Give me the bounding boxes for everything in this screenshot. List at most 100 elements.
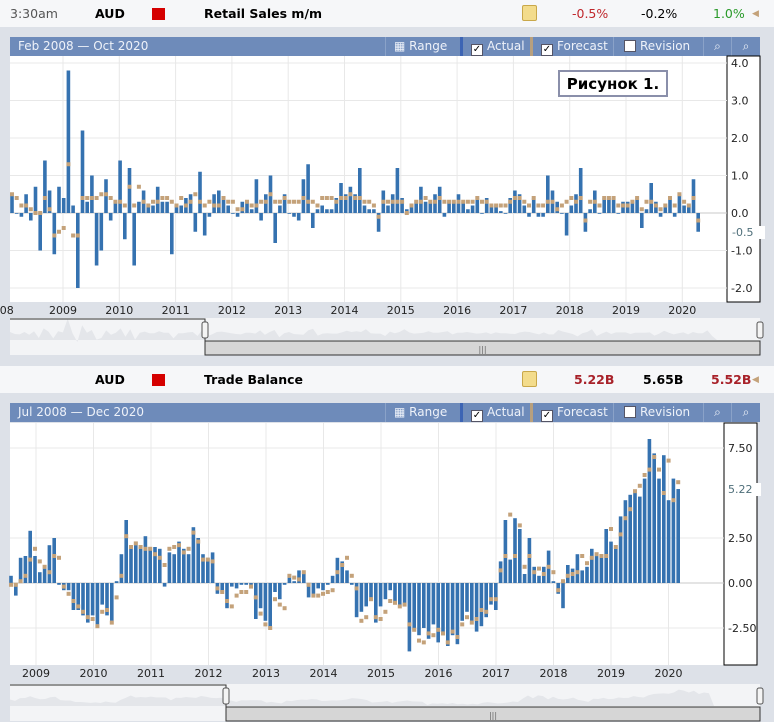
actual-bar: [350, 583, 354, 585]
forecast-marker: [311, 593, 316, 598]
forecast-marker: [407, 622, 412, 627]
actual-bar: [177, 541, 181, 583]
actual-bar: [450, 583, 455, 636]
actual-bar: [590, 548, 594, 583]
actual-bar: [398, 583, 402, 605]
actual-bar: [532, 566, 536, 583]
actual-bar: [657, 478, 661, 583]
actual-bar: [359, 583, 364, 612]
actual-bar: [321, 583, 325, 591]
actual-bar: [66, 583, 71, 591]
actual-bar: [129, 548, 133, 583]
forecast-marker: [373, 615, 378, 620]
actual-bar: [186, 554, 191, 583]
forecast-marker: [335, 570, 340, 575]
current-value-label: 5.22: [725, 483, 761, 496]
forecast-marker: [676, 480, 681, 485]
forecast-marker: [469, 620, 474, 625]
forecast-marker: [42, 564, 47, 569]
forecast-marker: [330, 588, 335, 593]
actual-bar: [537, 575, 541, 583]
actual-bar: [263, 583, 268, 621]
forecast-marker: [71, 599, 76, 603]
x-tick-label: 2010: [80, 667, 108, 680]
actual-bar: [671, 478, 676, 583]
actual-bar: [580, 570, 584, 583]
actual-bar: [460, 583, 464, 621]
forecast-marker: [90, 617, 95, 621]
actual-bar: [191, 527, 196, 583]
forecast-marker: [657, 467, 661, 472]
actual-bar: [662, 455, 666, 583]
x-tick-label: 2015: [367, 667, 395, 680]
forecast-marker: [397, 604, 402, 609]
actual-bar: [378, 583, 383, 607]
actual-bar: [225, 583, 229, 609]
scrollbar-grip-icon[interactable]: |||: [489, 711, 497, 720]
actual-bar: [561, 583, 565, 609]
y-tick-label: 2.50: [728, 532, 753, 545]
actual-bar: [575, 554, 580, 583]
forecast-marker: [215, 586, 220, 591]
actual-bar: [369, 583, 373, 598]
forecast-marker: [633, 489, 637, 494]
forecast-marker: [225, 599, 229, 603]
forecast-marker: [105, 608, 109, 612]
forecast-marker: [474, 617, 479, 621]
actual-bar: [388, 583, 392, 591]
forecast-marker: [402, 602, 407, 607]
actual-bar: [489, 583, 493, 605]
x-tick-label: 2018: [540, 667, 568, 680]
actual-bar: [436, 583, 440, 643]
forecast-marker: [292, 575, 297, 580]
forecast-marker: [153, 552, 157, 557]
actual-bar: [364, 583, 368, 607]
forecast-marker: [383, 609, 388, 614]
actual-bar: [114, 581, 119, 583]
forecast-marker: [162, 563, 167, 567]
forecast-marker: [172, 545, 177, 549]
forecast-marker: [556, 588, 561, 593]
navigator-left-handle[interactable]: [222, 687, 230, 705]
actual-bar: [292, 581, 296, 583]
actual-bar: [316, 583, 320, 589]
actual-bar: [474, 583, 479, 632]
forecast-marker: [637, 483, 642, 488]
actual-bar: [239, 583, 244, 585]
y-tick-label: 0.00: [728, 577, 753, 590]
forecast-marker: [100, 609, 105, 614]
forecast-marker: [369, 597, 373, 602]
forecast-marker: [585, 561, 589, 566]
actual-bar: [42, 568, 47, 583]
forecast-marker: [119, 573, 124, 578]
actual-bar: [330, 575, 335, 583]
actual-bar: [244, 583, 248, 585]
forecast-marker: [431, 633, 436, 638]
actual-bar: [210, 552, 215, 583]
forecast-marker: [61, 584, 66, 589]
actual-bar: [172, 554, 176, 583]
current-value-label: -0.5: [729, 226, 765, 239]
forecast-marker: [345, 555, 349, 560]
forecast-marker: [57, 555, 61, 560]
forecast-marker: [186, 546, 191, 551]
forecast-marker: [229, 604, 234, 609]
actual-bar: [287, 577, 292, 583]
forecast-marker: [28, 557, 33, 562]
actual-bar: [527, 538, 532, 583]
forecast-marker: [340, 563, 345, 567]
forecast-marker: [273, 597, 277, 602]
forecast-marker: [143, 546, 148, 551]
actual-bar: [148, 547, 152, 583]
actual-bar: [470, 583, 474, 621]
forecast-marker: [37, 559, 42, 564]
actual-bar: [642, 478, 647, 583]
forecast-marker: [541, 572, 546, 576]
actual-bar: [426, 583, 431, 639]
forecast-marker: [575, 570, 580, 575]
actual-bar: [594, 556, 599, 583]
actual-bar: [57, 583, 61, 585]
forecast-marker: [66, 591, 71, 596]
x-tick-label: 2020: [655, 667, 683, 680]
navigator-right-handle[interactable]: [756, 687, 764, 705]
